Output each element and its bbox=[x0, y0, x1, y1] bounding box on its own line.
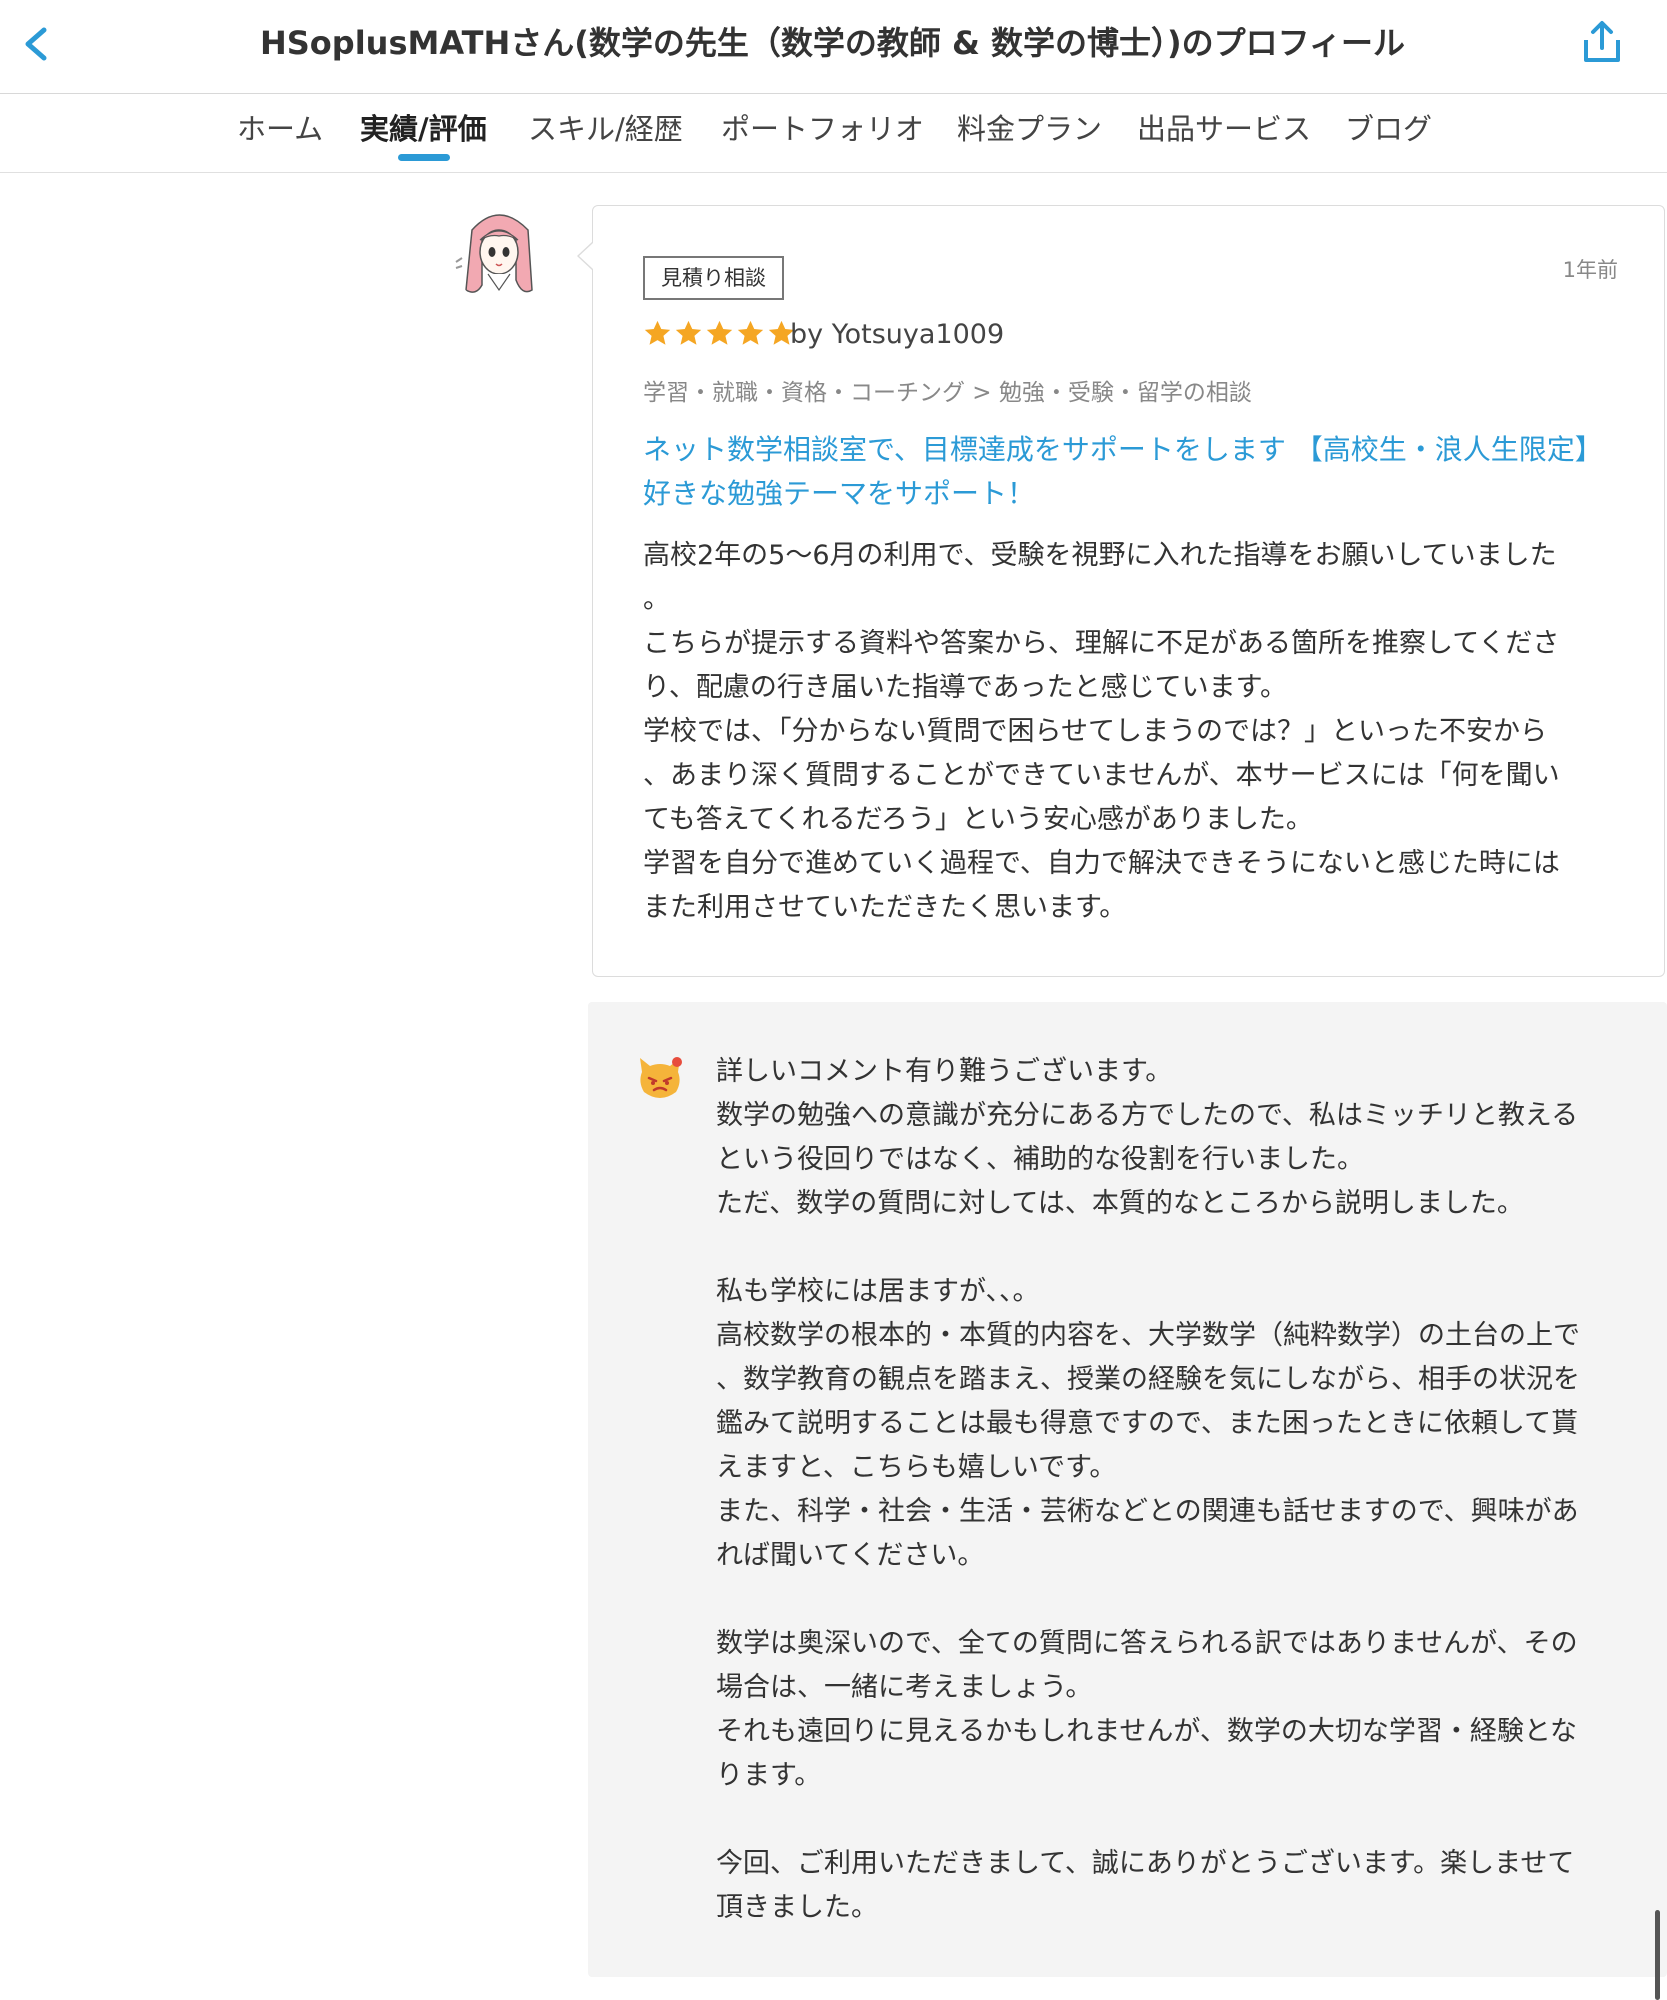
share-icon bbox=[1584, 21, 1620, 62]
star-icon bbox=[644, 320, 671, 345]
review-timestamp: 1年前 bbox=[1562, 258, 1618, 282]
review-text-line: こちらが提示する資料や答案から、理解に不足がある箇所を推察してくださ bbox=[643, 628, 1560, 659]
reviewer-name[interactable]: by Yotsuya1009 bbox=[790, 314, 1004, 356]
tab-home[interactable]: ホーム bbox=[237, 108, 323, 150]
review-text-line: 。 bbox=[643, 584, 670, 615]
review-text-line: 、あまり深く質問することができていませんが、本サービスには「何を聞い bbox=[643, 760, 1560, 791]
reply-text-line: 数学は奥深いので、全ての質問に答えられる訳ではありませんが、その bbox=[716, 1628, 1578, 1659]
review-text-line: ても答えてくれるだろう」という安心感がありました。 bbox=[643, 804, 1313, 835]
reply-text-line: 数学の勉強への意識が充分にある方でしたので、私はミッチリと教える bbox=[716, 1100, 1579, 1131]
request-type-badge: 見積り相談 bbox=[643, 256, 784, 300]
chevron-left-icon bbox=[25, 27, 47, 61]
profile-tabs: ホーム 実績/評価 スキル/経歴 ポートフォリオ 料金プラン 出品サービス ブロ… bbox=[0, 94, 1667, 173]
reply-text-line bbox=[716, 1578, 1636, 1622]
reply-text-line: 今回、ご利用いただきまして、誠にありがとうございます。楽しませて bbox=[716, 1848, 1575, 1879]
seller-reply: 詳しいコメント有り難うございます。 数学の勉強への意識が充分にある方でしたので、… bbox=[588, 1002, 1667, 1977]
star-icon bbox=[737, 320, 764, 345]
reply-text-line: 鑑みて説明することは最も得意ですので、また困ったときに依頼して貰 bbox=[716, 1408, 1579, 1439]
scrollbar-thumb[interactable] bbox=[1655, 1910, 1660, 2000]
back-button[interactable] bbox=[18, 20, 58, 68]
tab-listed-services[interactable]: 出品サービス bbox=[1137, 108, 1311, 150]
tab-portfolio[interactable]: ポートフォリオ bbox=[721, 108, 924, 150]
tab-pricing-plans[interactable]: 料金プラン bbox=[957, 108, 1102, 150]
reviewer-avatar[interactable] bbox=[452, 200, 547, 306]
star-icon bbox=[706, 320, 733, 345]
star-rating bbox=[643, 319, 796, 353]
review-text-line: また利用させていただきたく思います。 bbox=[643, 892, 1127, 923]
reply-text-line: 私も学校には居ますが、、。 bbox=[716, 1276, 1040, 1307]
active-tab-indicator bbox=[398, 154, 450, 161]
tab-skills-career[interactable]: スキル/経歴 bbox=[528, 108, 683, 150]
review-text-line: 高校2年の5〜6月の利用で、受験を視野に入れた指導をお願いしていました bbox=[643, 540, 1557, 571]
card-pointer-fill bbox=[579, 243, 593, 269]
reply-text-line: 詳しいコメント有り難うございます。 bbox=[716, 1056, 1173, 1087]
review-card: 見積り相談 1年前 by Yotsuya1009 学習・就職・資格・コーチング … bbox=[592, 205, 1665, 977]
reply-text-line: 、数学教育の観点を踏まえ、授業の経験を気にしながら、相手の状況を bbox=[716, 1364, 1580, 1395]
page-title: HSoplusMATHさん(数学の先生（数学の教師 & 数学の博士）)のプロフィ… bbox=[259, 24, 1406, 62]
service-category: 学習・就職・資格・コーチング > 勉強・受験・留学の相談 bbox=[643, 380, 1252, 406]
review-text-line: 学習を自分で進めていく過程で、自力で解決できそうにないと感じた時には bbox=[643, 848, 1560, 879]
seller-reply-icon bbox=[636, 1054, 684, 1104]
reply-text-line bbox=[716, 1226, 1636, 1270]
reply-text-line: また、科学・社会・生活・芸術などとの関連も話せますので、興味があ bbox=[716, 1496, 1579, 1527]
reply-text-line: それも遠回りに見えるかもしれませんが、数学の大切な学習・経験とな bbox=[716, 1716, 1578, 1747]
reply-text-line bbox=[716, 1798, 1636, 1842]
reply-text-line: 場合は、一緒に考えましょう。 bbox=[716, 1672, 1093, 1703]
review-text-line: り、配慮の行き届いた指導であったと感じています。 bbox=[643, 672, 1287, 703]
tab-results-reviews[interactable]: 実績/評価 bbox=[360, 108, 487, 150]
reply-text-line: 頂きました。 bbox=[716, 1892, 878, 1923]
service-title-line: 好きな勉強テーマをサポート！ bbox=[643, 477, 1036, 510]
review-text: 高校2年の5〜6月の利用で、受験を視野に入れた指導をお願いしていました 。 こち… bbox=[643, 534, 1633, 930]
service-title-link[interactable]: ネット数学相談室で、目標達成をサポートをします 【高校生・浪人生限定】 好きな勉… bbox=[643, 428, 1623, 516]
star-icon bbox=[675, 320, 702, 345]
reply-text-line: という役回りではなく、補助的な役割を行いました。 bbox=[716, 1144, 1364, 1175]
review-text-line: 学校では、「分からない質問で困らせてしまうのでは？」といった不安から bbox=[643, 716, 1547, 747]
app-header: HSoplusMATHさん(数学の先生（数学の教師 & 数学の博士）)のプロフィ… bbox=[0, 0, 1667, 94]
reply-text-line: ります。 bbox=[716, 1760, 822, 1791]
share-button[interactable] bbox=[1578, 18, 1626, 66]
reply-text-line: ただ、数学の質問に対しては、本質的なところから説明しました。 bbox=[716, 1188, 1524, 1219]
tab-blog[interactable]: ブログ bbox=[1345, 108, 1432, 150]
service-title-line: ネット数学相談室で、目標達成をサポートをします 【高校生・浪人生限定】 bbox=[643, 433, 1603, 466]
reply-text-line: れば聞いてください。 bbox=[716, 1540, 985, 1571]
anime-girl-avatar-icon bbox=[452, 200, 547, 306]
reply-text-line: えますと、こちらも嬉しいです。 bbox=[716, 1452, 1117, 1483]
reply-text-line: 高校数学の根本的・本質的内容を、大学数学（純粋数学）の土台の上で bbox=[716, 1320, 1580, 1351]
reply-text: 詳しいコメント有り難うございます。 数学の勉強への意識が充分にある方でしたので、… bbox=[716, 1050, 1636, 1930]
